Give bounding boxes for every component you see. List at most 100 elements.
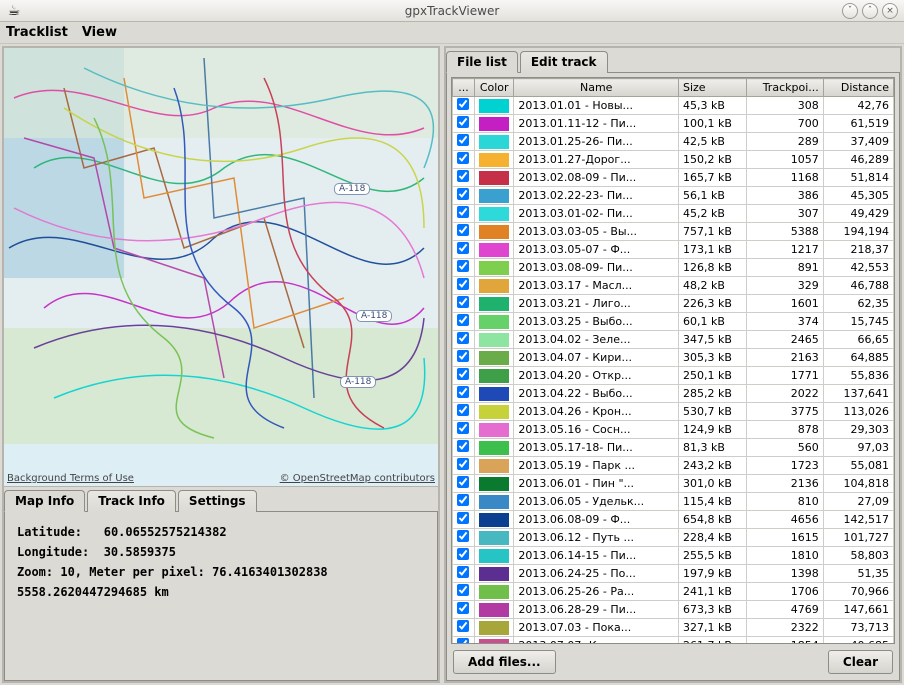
color-swatch — [479, 459, 509, 473]
map-canvas[interactable]: A-118 A-118 A-118 Background Terms of Us… — [4, 48, 438, 487]
cell-trackpoints: 878 — [746, 421, 823, 439]
minimize-button[interactable]: ˇ — [842, 3, 858, 19]
table-row[interactable]: 2013.03.21 - Лиго...226,3 kB160162,35 — [453, 295, 894, 313]
tab-file-list[interactable]: File list — [446, 51, 518, 73]
row-checkbox[interactable] — [457, 188, 469, 200]
table-row[interactable]: 2013.06.08-09 - Ф...654,8 kB4656142,517 — [453, 511, 894, 529]
table-row[interactable]: 2013.06.05 - Удельк...115,4 kB81027,09 — [453, 493, 894, 511]
maximize-button[interactable]: ˆ — [862, 3, 878, 19]
row-checkbox[interactable] — [457, 422, 469, 434]
menu-tracklist[interactable]: Tracklist — [6, 25, 68, 40]
row-checkbox[interactable] — [457, 98, 469, 110]
row-checkbox[interactable] — [457, 476, 469, 488]
row-checkbox[interactable] — [457, 602, 469, 614]
table-row[interactable]: 2013.03.03-05 - Вы...757,1 kB5388194,194 — [453, 223, 894, 241]
tab-edit-track[interactable]: Edit track — [520, 51, 608, 73]
row-checkbox[interactable] — [457, 170, 469, 182]
row-checkbox[interactable] — [457, 458, 469, 470]
map-terms-link[interactable]: Background Terms of Use — [7, 473, 134, 484]
table-row[interactable]: 2013.03.08-09- Пи...126,8 kB89142,553 — [453, 259, 894, 277]
row-checkbox[interactable] — [457, 296, 469, 308]
col-size[interactable]: Size — [678, 79, 746, 97]
table-row[interactable]: 2013.02.08-09 - Пи...165,7 kB116851,814 — [453, 169, 894, 187]
table-row[interactable]: 2013.04.20 - Откр...250,1 kB177155,836 — [453, 367, 894, 385]
row-checkbox[interactable] — [457, 620, 469, 632]
col-distance[interactable]: Distance — [823, 79, 893, 97]
row-checkbox[interactable] — [457, 512, 469, 524]
row-checkbox[interactable] — [457, 332, 469, 344]
cell-name: 2013.06.12 - Путь ... — [514, 529, 679, 547]
row-checkbox[interactable] — [457, 368, 469, 380]
table-row[interactable]: 2013.04.22 - Выбо...285,2 kB2022137,641 — [453, 385, 894, 403]
table-row[interactable]: 2013.03.01-02- Пи...45,2 kB30749,429 — [453, 205, 894, 223]
cell-trackpoints: 1706 — [746, 583, 823, 601]
row-checkbox[interactable] — [457, 116, 469, 128]
row-checkbox[interactable] — [457, 440, 469, 452]
add-files-button[interactable]: Add files... — [453, 650, 556, 674]
table-row[interactable]: 2013.01.01 - Новы...45,3 kB30842,76 — [453, 97, 894, 115]
table-row[interactable]: 2013.07.07- Кузне...261,7 kB185440,685 — [453, 637, 894, 644]
cell-size: 45,2 kB — [678, 205, 746, 223]
table-row[interactable]: 2013.01.25-26- Пи...42,5 kB28937,409 — [453, 133, 894, 151]
table-row[interactable]: 2013.03.17 - Масл...48,2 kB32946,788 — [453, 277, 894, 295]
table-row[interactable]: 2013.01.27-Дорог...150,2 kB105746,289 — [453, 151, 894, 169]
table-row[interactable]: 2013.06.14-15 - Пи...255,5 kB181058,803 — [453, 547, 894, 565]
cell-distance: 37,409 — [823, 133, 893, 151]
cell-name: 2013.07.07- Кузне... — [514, 637, 679, 644]
cell-distance: 62,35 — [823, 295, 893, 313]
row-checkbox[interactable] — [457, 638, 469, 643]
tab-track-info[interactable]: Track Info — [87, 490, 176, 512]
row-checkbox[interactable] — [457, 530, 469, 542]
table-row[interactable]: 2013.06.24-25 - По...197,9 kB139851,35 — [453, 565, 894, 583]
table-row[interactable]: 2013.05.19 - Парк ...243,2 kB172355,081 — [453, 457, 894, 475]
row-checkbox[interactable] — [457, 548, 469, 560]
table-row[interactable]: 2013.04.26 - Крон...530,7 kB3775113,026 — [453, 403, 894, 421]
tab-map-info[interactable]: Map Info — [4, 490, 85, 512]
cell-distance: 49,429 — [823, 205, 893, 223]
col-trackpoints[interactable]: Trackpoi... — [746, 79, 823, 97]
row-checkbox[interactable] — [457, 386, 469, 398]
color-swatch — [479, 279, 509, 293]
table-row[interactable]: 2013.06.01 - Пин "...301,0 kB2136104,818 — [453, 475, 894, 493]
row-checkbox[interactable] — [457, 278, 469, 290]
table-row[interactable]: 2013.05.16 - Сосн...124,9 kB87829,303 — [453, 421, 894, 439]
distance-line: 5558.2620447294685 km — [17, 582, 425, 602]
table-row[interactable]: 2013.05.17-18- Пи...81,3 kB56097,03 — [453, 439, 894, 457]
row-checkbox[interactable] — [457, 152, 469, 164]
cell-distance: 58,803 — [823, 547, 893, 565]
color-swatch — [479, 441, 509, 455]
col-name[interactable]: Name — [514, 79, 679, 97]
cell-trackpoints: 1771 — [746, 367, 823, 385]
clear-button[interactable]: Clear — [828, 650, 893, 674]
table-row[interactable]: 2013.03.05-07 - Ф...173,1 kB1217218,37 — [453, 241, 894, 259]
table-row[interactable]: 2013.02.22-23- Пи...56,1 kB38645,305 — [453, 187, 894, 205]
row-checkbox[interactable] — [457, 494, 469, 506]
row-checkbox[interactable] — [457, 134, 469, 146]
table-row[interactable]: 2013.03.25 - Выбо...60,1 kB37415,745 — [453, 313, 894, 331]
row-checkbox[interactable] — [457, 566, 469, 578]
row-checkbox[interactable] — [457, 350, 469, 362]
cell-size: 115,4 kB — [678, 493, 746, 511]
close-button[interactable]: × — [882, 3, 898, 19]
row-checkbox[interactable] — [457, 242, 469, 254]
col-check[interactable]: ... — [453, 79, 475, 97]
tab-settings[interactable]: Settings — [178, 490, 257, 512]
table-row[interactable]: 2013.04.07 - Кири...305,3 kB216364,885 — [453, 349, 894, 367]
table-row[interactable]: 2013.06.28-29 - Пи...673,3 kB4769147,661 — [453, 601, 894, 619]
table-row[interactable]: 2013.07.03 - Пока...327,1 kB232273,713 — [453, 619, 894, 637]
row-checkbox[interactable] — [457, 584, 469, 596]
row-checkbox[interactable] — [457, 206, 469, 218]
row-checkbox[interactable] — [457, 314, 469, 326]
table-row[interactable]: 2013.04.02 - Зеле...347,5 kB246566,65 — [453, 331, 894, 349]
table-row[interactable]: 2013.01.11-12 - Пи...100,1 kB70061,519 — [453, 115, 894, 133]
cell-trackpoints: 289 — [746, 133, 823, 151]
menu-view[interactable]: View — [82, 25, 117, 40]
table-row[interactable]: 2013.06.25-26 - Ра...241,1 kB170670,966 — [453, 583, 894, 601]
table-row[interactable]: 2013.06.12 - Путь ...228,4 kB1615101,727 — [453, 529, 894, 547]
row-checkbox[interactable] — [457, 404, 469, 416]
row-checkbox[interactable] — [457, 260, 469, 272]
col-color[interactable]: Color — [474, 79, 513, 97]
track-table-scroll[interactable]: ... Color Name Size Trackpoi... Distance… — [452, 78, 894, 643]
cell-size: 347,5 kB — [678, 331, 746, 349]
row-checkbox[interactable] — [457, 224, 469, 236]
